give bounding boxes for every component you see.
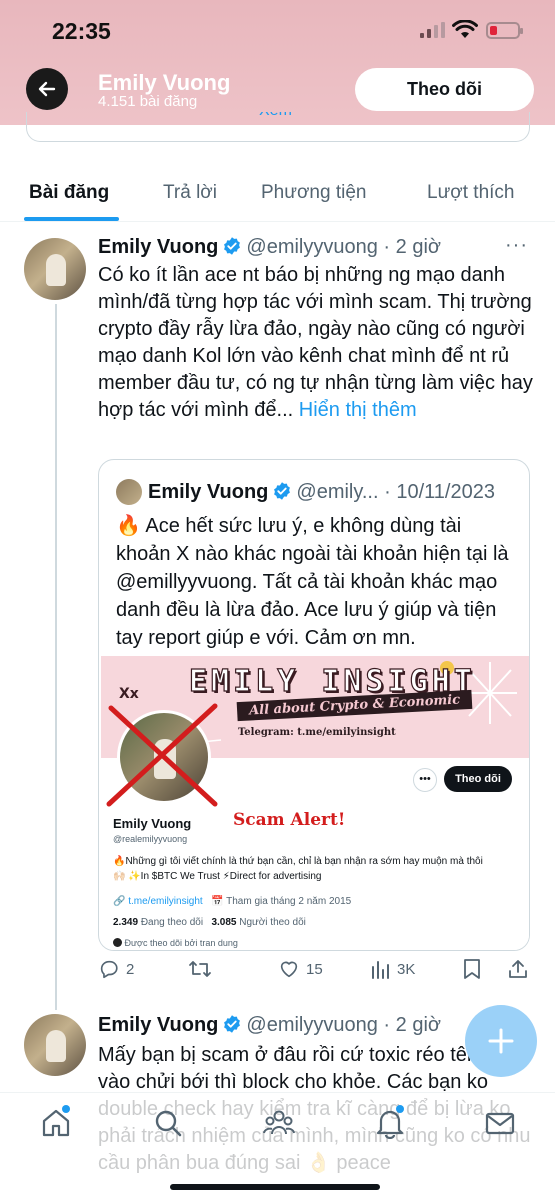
status-bar: 22:35 — [0, 0, 555, 62]
red-cross-mark — [106, 703, 218, 807]
status-time: 22:35 — [52, 18, 111, 44]
battery-icon — [486, 22, 523, 39]
messages-icon — [485, 1112, 515, 1135]
verified-badge-icon — [224, 1015, 241, 1033]
cellular-signal-icon — [420, 22, 445, 38]
profile-link: t.me/emilyinsight — [128, 896, 203, 907]
quoted-tweet[interactable]: Emily Vuong @emily... · 10/11/2023 🔥 Ace … — [98, 459, 530, 951]
avatar[interactable] — [24, 238, 86, 300]
active-tab-indicator — [24, 217, 119, 221]
bookmark-icon — [464, 959, 480, 979]
follow-button[interactable]: Theo dõi — [355, 68, 534, 111]
tweet-author-name[interactable]: Emily Vuong — [98, 236, 218, 258]
compose-button[interactable] — [465, 1005, 537, 1077]
nav-notifications[interactable] — [374, 1105, 406, 1144]
tweet-author-name[interactable]: Emily Vuong — [98, 1014, 218, 1036]
followed-by-text: Được theo dõi bởi tran dung — [124, 938, 238, 948]
compose-icon — [488, 1028, 514, 1054]
tweet-header: Emily Vuong @emilyyvuong · 2 giờ — [98, 236, 441, 259]
tweet-time: · 2 giờ — [383, 236, 441, 258]
follower-avatar — [113, 938, 122, 947]
back-button[interactable] — [26, 68, 68, 110]
quoted-avatar — [116, 479, 142, 505]
scam-alert-label: Scam Alert! — [233, 810, 346, 830]
header-post-count: 4.151 bài đăng — [98, 93, 198, 110]
profile-tabs: Bài đăng Trả lời Phương tiện Lượt thích — [0, 168, 555, 222]
tweet-header: Emily Vuong @emilyyvuong · 2 giờ — [98, 1014, 441, 1037]
profile-stats: 2.349 Đang theo dõi 3.085 Người theo dõi — [113, 917, 306, 928]
like-button[interactable]: 15 — [278, 958, 323, 980]
followed-by: Được theo dõi bởi tran dung — [113, 938, 238, 948]
peek-card: Xem — [26, 112, 530, 142]
reply-icon — [100, 960, 118, 979]
search-icon — [155, 1110, 182, 1137]
calendar-icon: 📅 — [211, 896, 227, 907]
more-options-icon[interactable]: ··· — [505, 234, 528, 257]
back-arrow-icon — [38, 81, 56, 97]
profile-name: Emily Vuong — [113, 816, 192, 831]
show-more-link[interactable]: Hiển thị thêm — [299, 399, 417, 421]
profile-follow-button: Theo dõi — [444, 766, 512, 792]
quoted-author-handle: @emily... — [296, 481, 379, 503]
reply-count: 2 — [126, 960, 135, 978]
nav-search[interactable] — [152, 1107, 184, 1144]
bookmark-button[interactable] — [463, 958, 481, 980]
followers-label: Người theo dõi — [239, 917, 306, 928]
quoted-author-name: Emily Vuong — [148, 481, 269, 503]
views-count: 3K — [397, 960, 416, 978]
profile-more-icon: ••• — [413, 768, 437, 792]
verified-badge-icon — [274, 482, 291, 500]
profile-bio-line: 🔥Những gì tôi viết chính là thứ bạn cần,… — [113, 856, 483, 867]
notification-dot — [62, 1105, 70, 1113]
profile-meta: 🔗 t.me/emilyinsight 📅 Tham gia tháng 2 n… — [113, 896, 351, 907]
verified-badge-icon — [224, 237, 241, 255]
tab-replies[interactable]: Trả lời — [163, 182, 217, 204]
peek-show-more-link[interactable]: Xem — [259, 112, 292, 120]
tweet-author-handle[interactable]: @emilyyvuong — [246, 236, 377, 258]
communities-icon — [263, 1110, 295, 1135]
quoted-tweet-header: Emily Vuong @emily... · 10/11/2023 — [148, 481, 495, 504]
tab-likes[interactable]: Lượt thích — [427, 182, 515, 204]
notification-dot — [396, 1105, 404, 1113]
views-icon — [372, 961, 389, 979]
profile-bio: 🔥Những gì tôi viết chính là thứ bạn cần,… — [113, 854, 513, 884]
like-icon — [280, 961, 298, 978]
following-label: Đang theo dõi — [140, 917, 204, 928]
nav-messages[interactable] — [484, 1107, 516, 1144]
retweet-icon — [189, 961, 211, 977]
followers-count: 3.085 — [211, 917, 237, 928]
share-button[interactable] — [508, 958, 528, 980]
tweet-body: Có ko ít lần ace nt báo bị những ng mạo … — [98, 264, 533, 421]
reply-button[interactable]: 2 — [98, 958, 134, 980]
tweet-text: Có ko ít lần ace nt báo bị những ng mạo … — [98, 262, 538, 424]
views-button[interactable]: 3K — [371, 958, 415, 980]
nav-communities[interactable] — [262, 1107, 296, 1144]
following-count: 2.349 — [113, 917, 139, 928]
banner-telegram: Telegram: t.me/emilyinsight — [238, 727, 396, 738]
quoted-tweet-text: 🔥 Ace hết sức lưu ý, e không dùng tài kh… — [116, 515, 509, 649]
thread-line — [55, 304, 57, 1010]
avatar[interactable] — [24, 1014, 86, 1076]
like-count: 15 — [306, 960, 323, 978]
link-icon: 🔗 — [113, 896, 129, 907]
quoted-date: · 10/11/2023 — [384, 481, 495, 503]
retweet-button[interactable] — [188, 958, 218, 980]
tweet-actions: 2 15 3K — [98, 958, 530, 986]
nav-home[interactable] — [40, 1105, 72, 1144]
wifi-icon — [452, 20, 478, 38]
tab-media[interactable]: Phương tiện — [261, 182, 366, 204]
profile-handle: @realemilyyvuong — [113, 834, 188, 844]
share-icon — [509, 960, 527, 978]
tab-posts[interactable]: Bài đăng — [29, 182, 109, 204]
quoted-image-profile-screenshot[interactable]: Xx EMILY INSIGHT All about Crypto & Econ… — [101, 656, 529, 950]
profile-joined: Tham gia tháng 2 năm 2015 — [226, 896, 352, 907]
tweet-author-handle[interactable]: @emilyyvuong — [246, 1014, 377, 1036]
home-indicator — [170, 1184, 380, 1190]
profile-bio-line: 🙌🏻 ✨In $BTC We Trust ⚡Direct for adverti… — [113, 871, 322, 882]
tweet-time: · 2 giờ — [383, 1014, 441, 1036]
